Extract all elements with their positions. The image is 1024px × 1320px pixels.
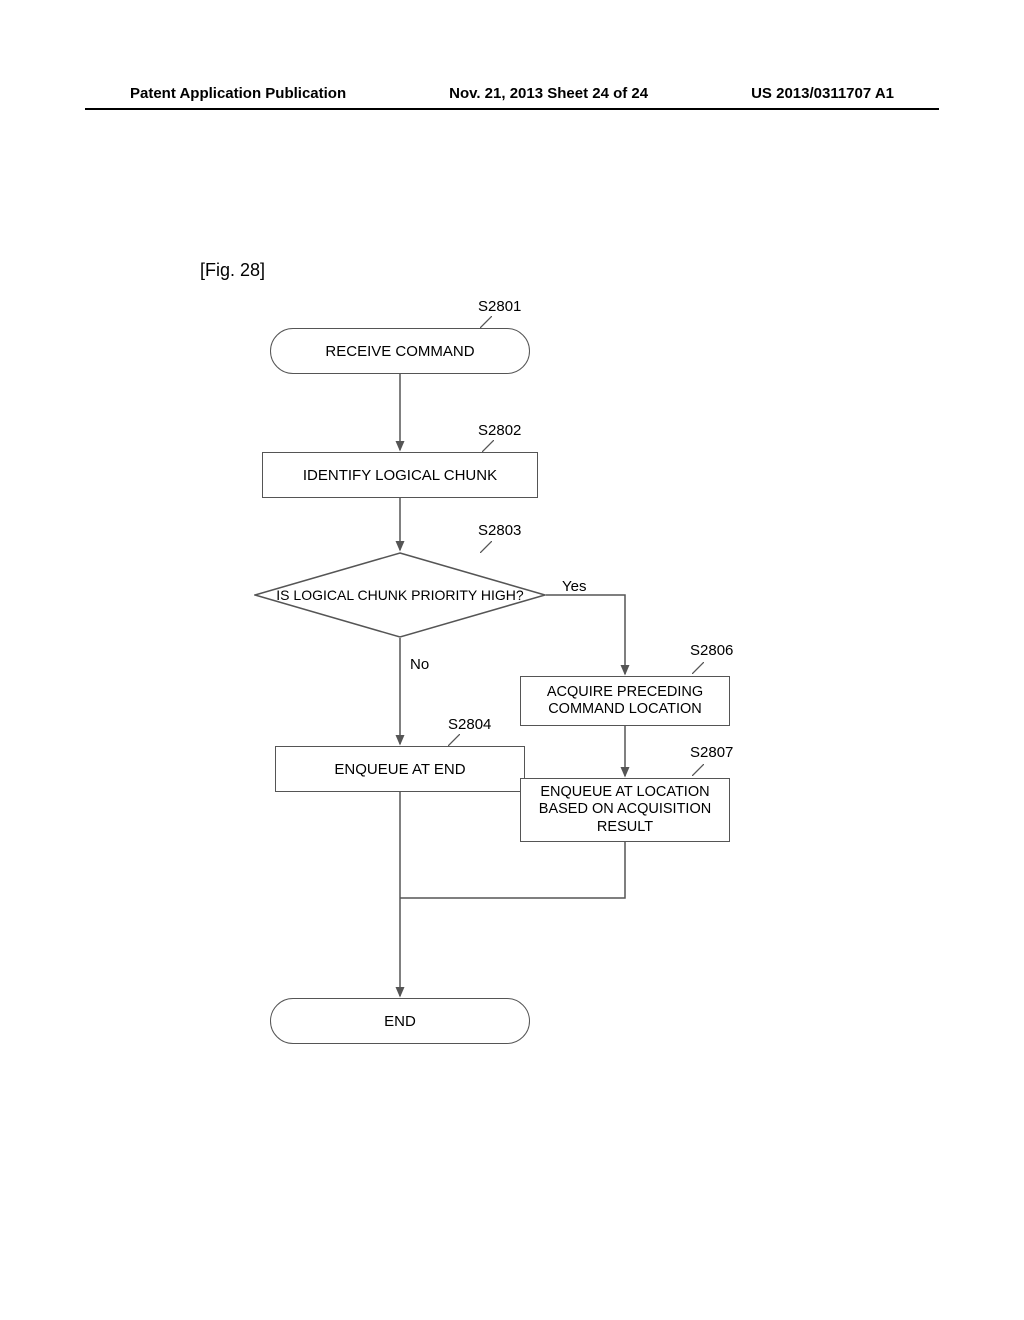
leader-tick-icon bbox=[448, 734, 460, 746]
branch-yes-label: Yes bbox=[562, 578, 586, 595]
flow-process-text: ACQUIRE PRECEDING COMMAND LOCATION bbox=[533, 684, 717, 719]
flow-process-s2802: IDENTIFY LOGICAL CHUNK bbox=[262, 452, 538, 498]
flow-process-text: ENQUEUE AT LOCATION BASED ON ACQUISITION… bbox=[533, 784, 717, 836]
leader-tick-icon bbox=[692, 764, 704, 776]
flow-process-s2807: ENQUEUE AT LOCATION BASED ON ACQUISITION… bbox=[520, 778, 730, 842]
header-center: Nov. 21, 2013 Sheet 24 of 24 bbox=[449, 85, 648, 102]
flow-process-text: IDENTIFY LOGICAL CHUNK bbox=[303, 467, 497, 484]
leader-tick-icon bbox=[480, 316, 492, 328]
flow-decision-s2803: IS LOGICAL CHUNK PRIORITY HIGH? bbox=[254, 552, 546, 638]
header-left: Patent Application Publication bbox=[130, 85, 346, 102]
flow-start-text: RECEIVE COMMAND bbox=[325, 343, 474, 360]
flowchart: S2801 RECEIVE COMMAND S2802 IDENTIFY LOG… bbox=[200, 298, 800, 1118]
step-label-s2801: S2801 bbox=[478, 298, 521, 315]
step-label-s2803: S2803 bbox=[478, 522, 521, 539]
page-header: Patent Application Publication Nov. 21, … bbox=[0, 85, 1024, 102]
flow-process-s2806: ACQUIRE PRECEDING COMMAND LOCATION bbox=[520, 676, 730, 726]
flow-end-terminal: END bbox=[270, 998, 530, 1044]
flow-process-s2804: ENQUEUE AT END bbox=[275, 746, 525, 792]
step-label-s2804: S2804 bbox=[448, 716, 491, 733]
step-label-s2807: S2807 bbox=[690, 744, 733, 761]
flow-end-text: END bbox=[384, 1013, 416, 1030]
leader-tick-icon bbox=[482, 440, 494, 452]
figure-label: [Fig. 28] bbox=[200, 260, 265, 281]
header-divider bbox=[85, 108, 939, 110]
flow-process-text: ENQUEUE AT END bbox=[334, 761, 465, 778]
flow-start-terminal: RECEIVE COMMAND bbox=[270, 328, 530, 374]
flow-decision-text: IS LOGICAL CHUNK PRIORITY HIGH? bbox=[254, 552, 546, 638]
leader-tick-icon bbox=[692, 662, 704, 674]
branch-no-label: No bbox=[410, 656, 429, 673]
header-right: US 2013/0311707 A1 bbox=[751, 85, 894, 102]
step-label-s2802: S2802 bbox=[478, 422, 521, 439]
step-label-s2806: S2806 bbox=[690, 642, 733, 659]
